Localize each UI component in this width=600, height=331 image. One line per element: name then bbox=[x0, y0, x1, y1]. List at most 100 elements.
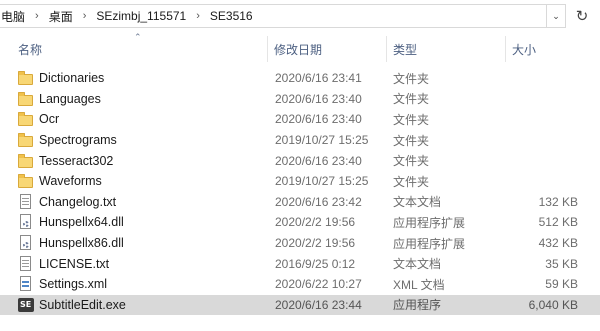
exe-app-icon bbox=[18, 297, 34, 312]
file-date: 2019/10/27 15:25 bbox=[275, 133, 369, 148]
folder-icon bbox=[18, 133, 34, 148]
file-type: 应用程序扩展 bbox=[393, 236, 466, 251]
file-size bbox=[500, 130, 578, 151]
folder-icon bbox=[18, 71, 34, 86]
file-row[interactable]: Ocr 2020/6/16 23:40 文件夹 bbox=[0, 109, 600, 130]
file-name-cell[interactable]: LICENSE.txt bbox=[18, 253, 109, 274]
text-file-icon bbox=[18, 255, 34, 271]
column-header-date[interactable]: 修改日期 bbox=[268, 36, 387, 62]
file-name[interactable]: Dictionaries bbox=[39, 71, 104, 85]
file-name[interactable]: Languages bbox=[39, 92, 101, 106]
breadcrumb-item-desktop[interactable]: 桌面 bbox=[43, 8, 79, 25]
file-name[interactable]: Waveforms bbox=[39, 174, 102, 188]
file-row[interactable]: Tesseract302 2020/6/16 23:40 文件夹 bbox=[0, 150, 600, 171]
breadcrumb-item-folder[interactable]: SEzimbj_115571 bbox=[90, 9, 192, 23]
address-bar[interactable]: 电脑 › 桌面 › SEzimbj_115571 › SE3516 ⌄ bbox=[0, 4, 566, 28]
file-name[interactable]: Spectrograms bbox=[39, 133, 117, 147]
file-date: 2020/6/16 23:40 bbox=[275, 153, 362, 168]
file-type: 文件夹 bbox=[393, 71, 430, 86]
file-name[interactable]: Ocr bbox=[39, 112, 59, 126]
file-row[interactable]: LICENSE.txt 2016/9/25 0:12 文本文档 35 KB bbox=[0, 253, 600, 274]
file-type: 文件夹 bbox=[393, 112, 430, 127]
file-row[interactable]: Changelog.txt 2020/6/16 23:42 文本文档 132 KB bbox=[0, 192, 600, 213]
file-row[interactable]: Spectrograms 2019/10/27 15:25 文件夹 bbox=[0, 130, 600, 151]
file-name-cell[interactable]: Tesseract302 bbox=[18, 150, 113, 171]
file-row[interactable]: Settings.xml 2020/6/22 10:27 XML 文档 59 KB bbox=[0, 274, 600, 295]
file-row[interactable]: Hunspellx64.dll 2020/2/2 19:56 应用程序扩展 512 K… bbox=[0, 212, 600, 233]
dll-file-icon bbox=[18, 235, 34, 251]
file-size: 512 KB bbox=[538, 215, 578, 230]
file-date: 2016/9/25 0:12 bbox=[275, 256, 356, 271]
file-name[interactable]: Hunspellx86.dll bbox=[39, 236, 124, 250]
chevron-down-icon[interactable]: ⌄ bbox=[546, 5, 565, 27]
file-type: 文件夹 bbox=[393, 133, 430, 148]
chevron-right-icon[interactable]: › bbox=[192, 10, 204, 22]
file-size: 6,040 KB bbox=[528, 297, 578, 312]
file-name-cell[interactable]: Languages bbox=[18, 89, 101, 110]
file-date: 2019/10/27 15:25 bbox=[275, 174, 369, 189]
folder-icon bbox=[18, 91, 34, 106]
file-name[interactable]: LICENSE.txt bbox=[39, 257, 109, 271]
folder-icon bbox=[18, 112, 34, 127]
file-date: 2020/6/16 23:40 bbox=[275, 112, 362, 127]
file-type: 文件夹 bbox=[393, 154, 430, 169]
file-name-cell[interactable]: Ocr bbox=[18, 109, 59, 130]
file-date: 2020/2/2 19:56 bbox=[275, 236, 356, 251]
chevron-right-icon[interactable]: › bbox=[31, 10, 43, 22]
file-date: 2020/6/16 23:44 bbox=[275, 297, 362, 312]
file-name-cell[interactable]: Dictionaries bbox=[18, 68, 104, 89]
column-header-name[interactable]: 名称 bbox=[12, 36, 268, 62]
column-header-size[interactable]: 大小 bbox=[506, 36, 600, 62]
refresh-icon[interactable]: ↻ bbox=[570, 4, 594, 28]
file-type: 应用程序扩展 bbox=[393, 215, 466, 230]
dll-file-icon bbox=[18, 214, 34, 230]
file-name[interactable]: SubtitleEdit.exe bbox=[39, 298, 126, 312]
file-name-cell[interactable]: Waveforms bbox=[18, 171, 102, 192]
file-name-cell[interactable]: Settings.xml bbox=[18, 274, 107, 295]
breadcrumb-item-computer[interactable]: 电脑 bbox=[0, 8, 31, 25]
file-type: XML 文档 bbox=[393, 277, 445, 292]
file-date: 2020/2/2 19:56 bbox=[275, 215, 356, 230]
file-type: 应用程序 bbox=[393, 298, 442, 313]
file-name[interactable]: Settings.xml bbox=[39, 277, 107, 291]
file-name[interactable]: Changelog.txt bbox=[39, 195, 116, 209]
folder-icon bbox=[18, 174, 34, 189]
file-type: 文本文档 bbox=[393, 195, 442, 210]
file-date: 2020/6/16 23:40 bbox=[275, 91, 362, 106]
file-size bbox=[500, 89, 578, 110]
xml-file-icon bbox=[18, 276, 34, 292]
file-size: 132 KB bbox=[538, 194, 578, 209]
breadcrumb-item-current[interactable]: SE3516 bbox=[204, 9, 259, 23]
file-date: 2020/6/16 23:42 bbox=[275, 194, 362, 209]
file-row[interactable]: SubtitleEdit.exe 2020/6/16 23:44 应用程序 6,040… bbox=[0, 294, 600, 316]
file-type: 文件夹 bbox=[393, 174, 430, 189]
file-name[interactable]: Hunspellx64.dll bbox=[39, 215, 124, 229]
folder-icon bbox=[18, 153, 34, 168]
column-header-type[interactable]: 类型 bbox=[387, 36, 506, 62]
file-size: 35 KB bbox=[545, 256, 578, 271]
file-name[interactable]: Tesseract302 bbox=[39, 154, 113, 168]
text-file-icon bbox=[18, 193, 34, 209]
file-size bbox=[500, 171, 578, 192]
file-name-cell[interactable]: Spectrograms bbox=[18, 130, 117, 151]
file-row[interactable]: Languages 2020/6/16 23:40 文件夹 bbox=[0, 89, 600, 110]
column-header-row: ⌃ 名称 修改日期 类型 大小 bbox=[0, 32, 600, 62]
file-row[interactable]: Hunspellx86.dll 2020/2/2 19:56 应用程序扩展 432 K… bbox=[0, 233, 600, 254]
file-name-cell[interactable]: Hunspellx64.dll bbox=[18, 212, 124, 233]
file-name-cell[interactable]: SubtitleEdit.exe bbox=[18, 295, 126, 316]
breadcrumb: 电脑 › 桌面 › SEzimbj_115571 › SE3516 bbox=[0, 5, 259, 27]
file-date: 2020/6/16 23:41 bbox=[275, 71, 362, 86]
file-size: 432 KB bbox=[538, 236, 578, 251]
file-date: 2020/6/22 10:27 bbox=[275, 277, 362, 292]
file-row[interactable]: Dictionaries 2020/6/16 23:41 文件夹 bbox=[0, 68, 600, 89]
file-row[interactable]: Waveforms 2019/10/27 15:25 文件夹 bbox=[0, 171, 600, 192]
chevron-right-icon[interactable]: › bbox=[79, 10, 91, 22]
file-size bbox=[500, 109, 578, 130]
file-size: 59 KB bbox=[545, 277, 578, 292]
file-type: 文本文档 bbox=[393, 257, 442, 272]
file-size bbox=[500, 150, 578, 171]
file-name-cell[interactable]: Hunspellx86.dll bbox=[18, 233, 124, 254]
file-size bbox=[500, 68, 578, 89]
file-name-cell[interactable]: Changelog.txt bbox=[18, 192, 116, 213]
file-list: Dictionaries 2020/6/16 23:41 文件夹 Languages 2… bbox=[0, 68, 600, 316]
